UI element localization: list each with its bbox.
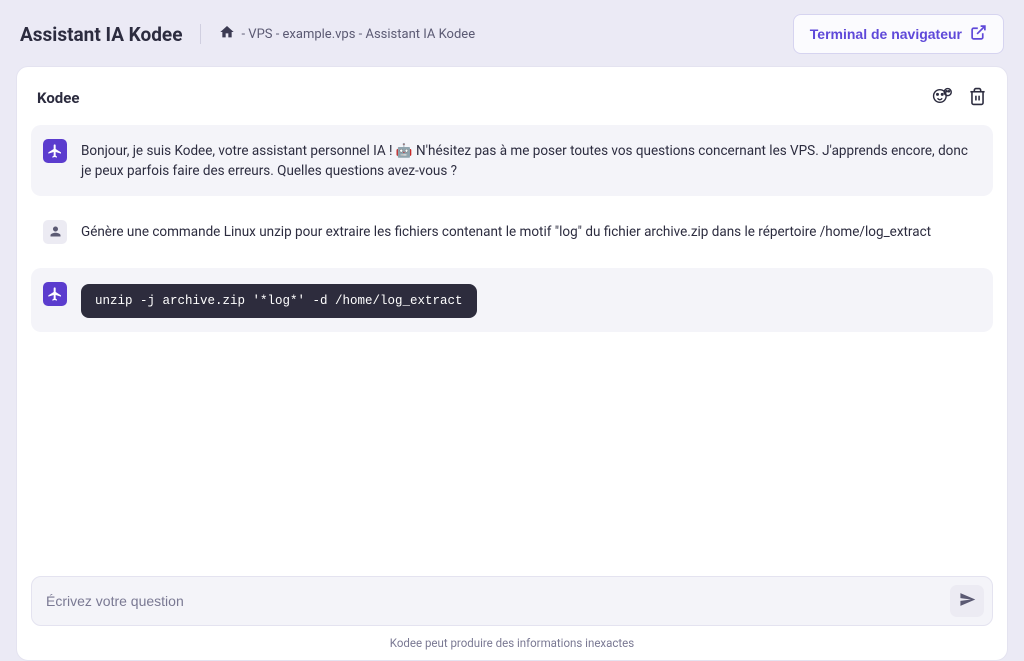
user-avatar-icon [43,220,67,244]
terminal-button[interactable]: Terminal de navigateur [793,14,1004,54]
chat-input[interactable] [46,593,942,609]
send-icon [959,591,976,611]
messages-list: Bonjour, je suis Kodee, votre assistant … [31,125,993,570]
breadcrumb[interactable]: - VPS - example.vps - Assistant IA Kodee [200,24,475,44]
message-text: Génère une commande Linux unzip pour ext… [81,220,931,242]
page-title: Assistant IA Kodee [20,23,182,46]
header-left: Assistant IA Kodee - VPS - example.vps -… [20,23,475,46]
message-bot: unzip -j archive.zip '*log*' -d /home/lo… [31,268,993,332]
bot-avatar-icon [43,139,67,163]
terminal-button-label: Terminal de navigateur [810,26,962,42]
trash-icon[interactable] [968,87,987,110]
send-button[interactable] [950,585,984,617]
code-block[interactable]: unzip -j archive.zip '*log*' -d /home/lo… [81,284,477,318]
message-code-wrap: unzip -j archive.zip '*log*' -d /home/lo… [81,282,477,318]
card-actions [932,85,987,111]
chat-card: Kodee Bonjour, j [16,66,1008,661]
page-header: Assistant IA Kodee - VPS - example.vps -… [0,0,1024,66]
breadcrumb-text: - VPS - example.vps - Assistant IA Kodee [241,27,475,42]
message-text: Bonjour, je suis Kodee, votre assistant … [81,139,981,182]
message-bot: Bonjour, je suis Kodee, votre assistant … [31,125,993,196]
chat-input-row [31,576,993,626]
disclaimer-text: Kodee peut produire des informations ine… [31,626,993,650]
bot-avatar-icon [43,282,67,306]
card-header: Kodee [31,85,993,125]
message-user: Génère une commande Linux unzip pour ext… [31,206,993,258]
emoji-face-icon[interactable] [932,85,954,111]
external-link-icon [970,24,987,44]
card-title: Kodee [37,89,79,107]
home-icon [219,24,235,44]
